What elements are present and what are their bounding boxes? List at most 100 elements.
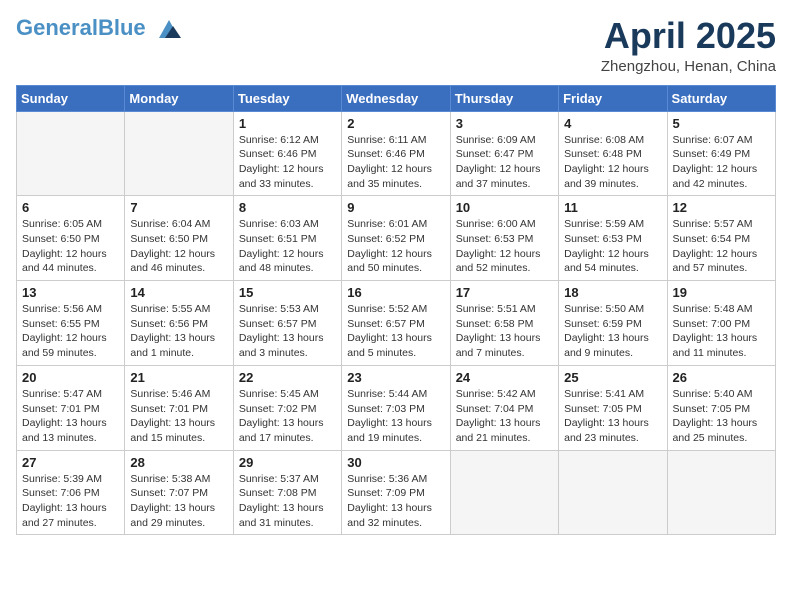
day-info: Sunrise: 6:07 AM Sunset: 6:49 PM Dayligh… <box>673 133 770 192</box>
day-info: Sunrise: 6:04 AM Sunset: 6:50 PM Dayligh… <box>130 217 227 276</box>
day-info: Sunrise: 5:39 AM Sunset: 7:06 PM Dayligh… <box>22 472 119 531</box>
day-info: Sunrise: 6:12 AM Sunset: 6:46 PM Dayligh… <box>239 133 336 192</box>
day-info: Sunrise: 6:00 AM Sunset: 6:53 PM Dayligh… <box>456 217 553 276</box>
day-number: 20 <box>22 370 119 385</box>
day-info: Sunrise: 5:37 AM Sunset: 7:08 PM Dayligh… <box>239 472 336 531</box>
day-header-monday: Monday <box>125 85 233 111</box>
day-number: 11 <box>564 200 661 215</box>
day-number: 16 <box>347 285 444 300</box>
calendar-cell <box>667 450 775 535</box>
day-info: Sunrise: 6:01 AM Sunset: 6:52 PM Dayligh… <box>347 217 444 276</box>
calendar-cell <box>125 111 233 196</box>
day-number: 6 <box>22 200 119 215</box>
calendar-cell: 15Sunrise: 5:53 AM Sunset: 6:57 PM Dayli… <box>233 281 341 366</box>
calendar-cell: 20Sunrise: 5:47 AM Sunset: 7:01 PM Dayli… <box>17 365 125 450</box>
day-number: 26 <box>673 370 770 385</box>
day-info: Sunrise: 5:51 AM Sunset: 6:58 PM Dayligh… <box>456 302 553 361</box>
day-header-saturday: Saturday <box>667 85 775 111</box>
header-row: SundayMondayTuesdayWednesdayThursdayFrid… <box>17 85 776 111</box>
day-info: Sunrise: 5:41 AM Sunset: 7:05 PM Dayligh… <box>564 387 661 446</box>
calendar-cell: 25 Sunrise: 5:41 AM Sunset: 7:05 PM Dayli… <box>559 365 667 450</box>
week-row-3: 20Sunrise: 5:47 AM Sunset: 7:01 PM Dayli… <box>17 365 776 450</box>
calendar-cell: 9 Sunrise: 6:01 AM Sunset: 6:52 PM Daylig… <box>342 196 450 281</box>
day-header-sunday: Sunday <box>17 85 125 111</box>
day-info: Sunrise: 5:57 AM Sunset: 6:54 PM Dayligh… <box>673 217 770 276</box>
calendar-cell: 10 Sunrise: 6:00 AM Sunset: 6:53 PM Dayli… <box>450 196 558 281</box>
calendar-cell: 3 Sunrise: 6:09 AM Sunset: 6:47 PM Daylig… <box>450 111 558 196</box>
calendar-cell: 12 Sunrise: 5:57 AM Sunset: 6:54 PM Dayli… <box>667 196 775 281</box>
day-number: 7 <box>130 200 227 215</box>
day-info: Sunrise: 6:03 AM Sunset: 6:51 PM Dayligh… <box>239 217 336 276</box>
logo-line1: General <box>16 15 98 40</box>
calendar-cell: 4 Sunrise: 6:08 AM Sunset: 6:48 PM Daylig… <box>559 111 667 196</box>
calendar-cell: 18Sunrise: 5:50 AM Sunset: 6:59 PM Dayli… <box>559 281 667 366</box>
calendar-cell: 5 Sunrise: 6:07 AM Sunset: 6:49 PM Daylig… <box>667 111 775 196</box>
day-number: 21 <box>130 370 227 385</box>
day-info: Sunrise: 6:05 AM Sunset: 6:50 PM Dayligh… <box>22 217 119 276</box>
day-header-friday: Friday <box>559 85 667 111</box>
calendar-cell: 13 Sunrise: 5:56 AM Sunset: 6:55 PM Dayli… <box>17 281 125 366</box>
day-number: 9 <box>347 200 444 215</box>
day-number: 15 <box>239 285 336 300</box>
day-info: Sunrise: 5:44 AM Sunset: 7:03 PM Dayligh… <box>347 387 444 446</box>
logo-text: GeneralBlue <box>16 16 183 40</box>
calendar-cell: 28 Sunrise: 5:38 AM Sunset: 7:07 PM Dayli… <box>125 450 233 535</box>
day-number: 25 <box>564 370 661 385</box>
day-number: 24 <box>456 370 553 385</box>
page-container: GeneralBlue April 2025 Zhengzhou, Henan,… <box>0 0 792 545</box>
calendar-cell: 19 Sunrise: 5:48 AM Sunset: 7:00 PM Dayli… <box>667 281 775 366</box>
calendar-cell: 27Sunrise: 5:39 AM Sunset: 7:06 PM Dayli… <box>17 450 125 535</box>
logo-icon <box>155 18 183 40</box>
calendar-cell: 21 Sunrise: 5:46 AM Sunset: 7:01 PM Dayli… <box>125 365 233 450</box>
calendar-cell: 24Sunrise: 5:42 AM Sunset: 7:04 PM Dayli… <box>450 365 558 450</box>
day-info: Sunrise: 5:45 AM Sunset: 7:02 PM Dayligh… <box>239 387 336 446</box>
day-info: Sunrise: 6:08 AM Sunset: 6:48 PM Dayligh… <box>564 133 661 192</box>
day-number: 5 <box>673 116 770 131</box>
day-number: 28 <box>130 455 227 470</box>
day-number: 14 <box>130 285 227 300</box>
day-number: 22 <box>239 370 336 385</box>
day-info: Sunrise: 5:46 AM Sunset: 7:01 PM Dayligh… <box>130 387 227 446</box>
day-info: Sunrise: 5:55 AM Sunset: 6:56 PM Dayligh… <box>130 302 227 361</box>
calendar-table: SundayMondayTuesdayWednesdayThursdayFrid… <box>16 85 776 536</box>
day-info: Sunrise: 5:40 AM Sunset: 7:05 PM Dayligh… <box>673 387 770 446</box>
location: Zhengzhou, Henan, China <box>601 58 776 75</box>
day-number: 18 <box>564 285 661 300</box>
day-info: Sunrise: 5:56 AM Sunset: 6:55 PM Dayligh… <box>22 302 119 361</box>
day-number: 17 <box>456 285 553 300</box>
week-row-0: 1Sunrise: 6:12 AM Sunset: 6:46 PM Daylig… <box>17 111 776 196</box>
day-number: 2 <box>347 116 444 131</box>
week-row-4: 27Sunrise: 5:39 AM Sunset: 7:06 PM Dayli… <box>17 450 776 535</box>
calendar-cell: 29 Sunrise: 5:37 AM Sunset: 7:08 PM Dayli… <box>233 450 341 535</box>
day-number: 8 <box>239 200 336 215</box>
calendar-cell: 1Sunrise: 6:12 AM Sunset: 6:46 PM Daylig… <box>233 111 341 196</box>
calendar-cell: 2Sunrise: 6:11 AM Sunset: 6:46 PM Daylig… <box>342 111 450 196</box>
day-header-tuesday: Tuesday <box>233 85 341 111</box>
calendar-cell <box>559 450 667 535</box>
day-number: 10 <box>456 200 553 215</box>
day-number: 12 <box>673 200 770 215</box>
logo: GeneralBlue <box>16 16 183 40</box>
calendar-cell <box>450 450 558 535</box>
day-number: 4 <box>564 116 661 131</box>
day-number: 19 <box>673 285 770 300</box>
calendar-cell: 14 Sunrise: 5:55 AM Sunset: 6:56 PM Dayli… <box>125 281 233 366</box>
day-info: Sunrise: 5:38 AM Sunset: 7:07 PM Dayligh… <box>130 472 227 531</box>
calendar-cell: 26 Sunrise: 5:40 AM Sunset: 7:05 PM Dayli… <box>667 365 775 450</box>
day-info: Sunrise: 6:09 AM Sunset: 6:47 PM Dayligh… <box>456 133 553 192</box>
day-info: Sunrise: 5:59 AM Sunset: 6:53 PM Dayligh… <box>564 217 661 276</box>
header: GeneralBlue April 2025 Zhengzhou, Henan,… <box>16 16 776 75</box>
logo-line2: Blue <box>98 15 146 40</box>
title-block: April 2025 Zhengzhou, Henan, China <box>601 16 776 75</box>
day-number: 30 <box>347 455 444 470</box>
calendar-cell <box>17 111 125 196</box>
week-row-2: 13 Sunrise: 5:56 AM Sunset: 6:55 PM Dayli… <box>17 281 776 366</box>
day-number: 3 <box>456 116 553 131</box>
day-number: 29 <box>239 455 336 470</box>
day-header-wednesday: Wednesday <box>342 85 450 111</box>
calendar-cell: 30 Sunrise: 5:36 AM Sunset: 7:09 PM Dayli… <box>342 450 450 535</box>
day-info: Sunrise: 5:36 AM Sunset: 7:09 PM Dayligh… <box>347 472 444 531</box>
month-title: April 2025 <box>601 16 776 56</box>
day-number: 13 <box>22 285 119 300</box>
day-info: Sunrise: 5:48 AM Sunset: 7:00 PM Dayligh… <box>673 302 770 361</box>
